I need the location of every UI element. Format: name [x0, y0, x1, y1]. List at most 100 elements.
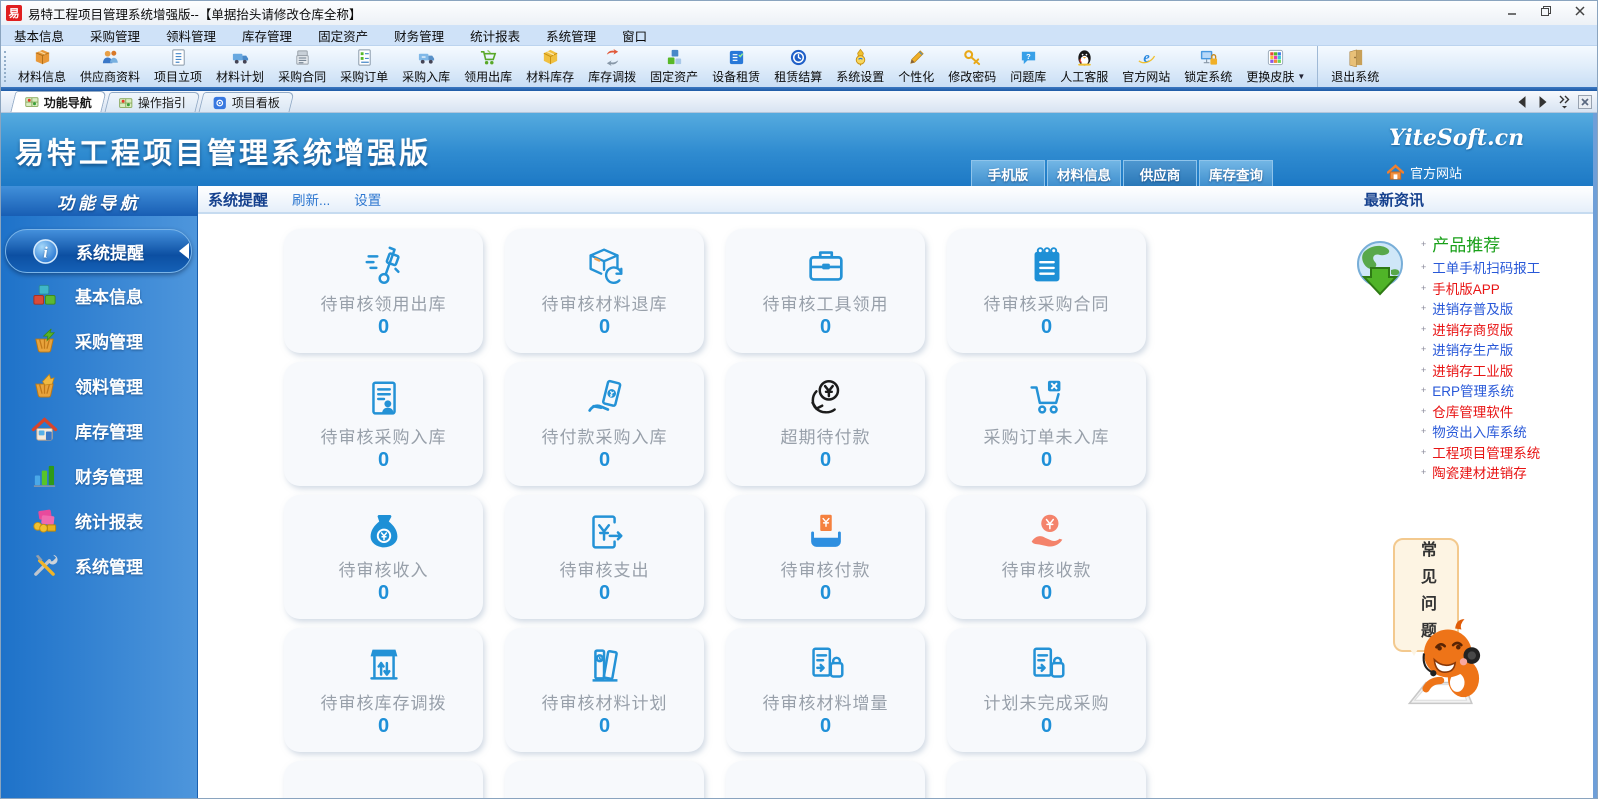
news-link[interactable]: 工程项目管理系统 [1421, 442, 1540, 463]
reminder-card[interactable]: 待审核库存调拨 0 [284, 628, 483, 752]
news-link[interactable]: 进销存生产版 [1421, 339, 1540, 360]
reminder-card[interactable]: 待审核收入 0 [284, 495, 483, 619]
window-button[interactable] [1495, 1, 1529, 25]
window-button[interactable] [1529, 1, 1563, 25]
menu-item[interactable]: 系统管理 [533, 25, 609, 45]
toolbar-button[interactable]: 人工客服 [1053, 46, 1115, 87]
toolbar-button-label: 采购订单 [340, 70, 389, 84]
tab[interactable]: 功能导航 [10, 91, 107, 112]
reminder-card[interactable] [505, 761, 704, 798]
banner-button[interactable]: 供应商 [1123, 160, 1197, 186]
toolbar-button[interactable]: 固定资产 [643, 46, 705, 87]
reminder-card[interactable]: 待审核付款 0 [726, 495, 925, 619]
news-link[interactable]: 物资出入库系统 [1421, 421, 1540, 442]
toolbar-button[interactable]: 锁定系统 [1177, 46, 1239, 87]
menu-item[interactable]: 基本信息 [1, 25, 77, 45]
reminder-card[interactable] [947, 761, 1146, 798]
menu-item[interactable]: 领料管理 [153, 25, 229, 45]
reminder-card[interactable]: 待审核采购合同 0 [947, 229, 1146, 353]
banner-button[interactable]: 材料信息 [1047, 160, 1121, 186]
reminder-card[interactable]: 待审核领用出库 0 [284, 229, 483, 353]
news-link[interactable]: 进销存商贸版 [1421, 319, 1540, 340]
material-box-icon [33, 48, 52, 67]
reminder-card[interactable]: 待审核工具领用 0 [726, 229, 925, 353]
reminder-card[interactable]: 待审核收款 0 [947, 495, 1146, 619]
banner-button[interactable]: 库存查询 [1199, 160, 1273, 186]
official-site-link[interactable]: 官方网站 [1386, 163, 1462, 182]
tab-control-button[interactable] [1515, 95, 1529, 109]
toolbar-button[interactable]: 租赁结算 [767, 46, 829, 87]
chevron-down-icon[interactable]: ▼ [1297, 72, 1305, 81]
tab[interactable]: 项目看板 [198, 92, 295, 112]
reminder-card[interactable]: 待审核支出 0 [505, 495, 704, 619]
menu-item[interactable]: 窗口 [609, 25, 660, 45]
reminder-card[interactable]: 超期待付款 0 [726, 362, 925, 486]
tab-control-button[interactable] [1578, 95, 1592, 109]
sidebar-item-label: 系统管理 [75, 558, 143, 577]
card-label: 待审核工具领用 [762, 295, 889, 314]
window-button[interactable] [1563, 1, 1597, 25]
news-link[interactable]: 进销存工业版 [1421, 360, 1540, 381]
toolbar-button[interactable]: 供应商资料 [73, 46, 147, 87]
reminder-card[interactable]: 采购订单未入库 0 [947, 362, 1146, 486]
toolbar-button[interactable]: 采购订单 [333, 46, 395, 87]
banner-button[interactable]: 手机版 [971, 160, 1045, 186]
toolbar-button[interactable]: 项目立项 [147, 46, 209, 87]
news-link[interactable]: ERP管理系统 [1421, 380, 1540, 401]
svg-text:i: i [43, 244, 48, 261]
toolbar-button[interactable]: 更换皮肤 ▼ [1239, 46, 1312, 87]
tab-control-button[interactable] [1536, 95, 1550, 109]
reminder-card[interactable]: 待付款采购入库 0 [505, 362, 704, 486]
tab-control-button[interactable] [1557, 95, 1571, 109]
sidebar-item[interactable]: 基本信息 [1, 273, 197, 318]
news-link[interactable]: 仓库管理软件 [1421, 401, 1540, 422]
toolbar-button[interactable]: 采购入库 [395, 46, 457, 87]
menu-item[interactable]: 库存管理 [229, 25, 305, 45]
sidebar-item[interactable]: 财务管理 [1, 453, 197, 498]
card-value: 0 [377, 316, 390, 338]
sidebar-item[interactable]: 采购管理 [1, 318, 197, 363]
menu-item[interactable]: 固定资产 [305, 25, 381, 45]
news-link[interactable]: 产品推荐 [1421, 230, 1540, 257]
toolbar-button[interactable]: 库存调拨 [581, 46, 643, 87]
toolbar-button[interactable]: ? 问题库 [1003, 46, 1053, 87]
toolbar-button[interactable]: 退出系统 [1317, 46, 1386, 87]
menu-item[interactable]: 采购管理 [77, 25, 153, 45]
reminder-card[interactable] [284, 761, 483, 798]
toolbar-button[interactable]: 材料库存 [519, 46, 581, 87]
toolbar-button[interactable]: e 官方网站 [1115, 46, 1177, 87]
refresh-link[interactable]: 刷新... [292, 189, 330, 209]
toolbar-button[interactable]: 修改密码 [941, 46, 1003, 87]
sidebar-item[interactable]: 统计报表 [1, 498, 197, 543]
toolbar-button[interactable]: 材料信息 [11, 46, 73, 87]
reminder-card[interactable]: 待审核材料退库 0 [505, 229, 704, 353]
toolbar-button[interactable]: 个性化 [891, 46, 941, 87]
sidebar-item[interactable]: 系统管理 [1, 543, 197, 588]
tab[interactable]: 操作指引 [104, 92, 201, 112]
minimize-icon [1506, 4, 1518, 22]
menu-item[interactable]: 财务管理 [381, 25, 457, 45]
settings-link[interactable]: 设置 [354, 189, 381, 209]
sidebar-item[interactable]: 领料管理 [1, 363, 197, 408]
reminder-card[interactable]: 待审核采购入库 0 [284, 362, 483, 486]
sidebar-item-label: 统计报表 [75, 513, 143, 532]
reminder-card[interactable]: 待审核材料增量 0 [726, 628, 925, 752]
banner-buttons: 手机版 材料信息 供应商 库存查询 [971, 160, 1273, 186]
reminder-card[interactable] [726, 761, 925, 798]
toolbar-button[interactable]: 领用出库 [457, 46, 519, 87]
reminder-card[interactable]: 待审核材料计划 0 [505, 628, 704, 752]
news-link[interactable]: 陶瓷建材进销存 [1421, 462, 1540, 483]
toolbar-button[interactable]: 材料计划 [209, 46, 271, 87]
sidebar-item[interactable]: i 系统提醒 [5, 229, 192, 273]
menu-item[interactable]: 统计报表 [457, 25, 533, 45]
news-link[interactable]: 进销存普及版 [1421, 298, 1540, 319]
news-link[interactable]: 手机版APP [1421, 278, 1540, 299]
support-mascot[interactable] [1399, 616, 1503, 720]
toolbar-button[interactable]: 采购合同 [271, 46, 333, 87]
toolbar-button[interactable]: 设备租赁 [705, 46, 767, 87]
sidebar-item[interactable]: 库存管理 [1, 408, 197, 453]
reminder-card[interactable]: 计划未完成采购 0 [947, 628, 1146, 752]
toolbar-button[interactable]: 系统设置 [829, 46, 891, 87]
tab-controls [1515, 95, 1592, 109]
news-link[interactable]: 工单手机扫码报工 [1421, 257, 1540, 278]
